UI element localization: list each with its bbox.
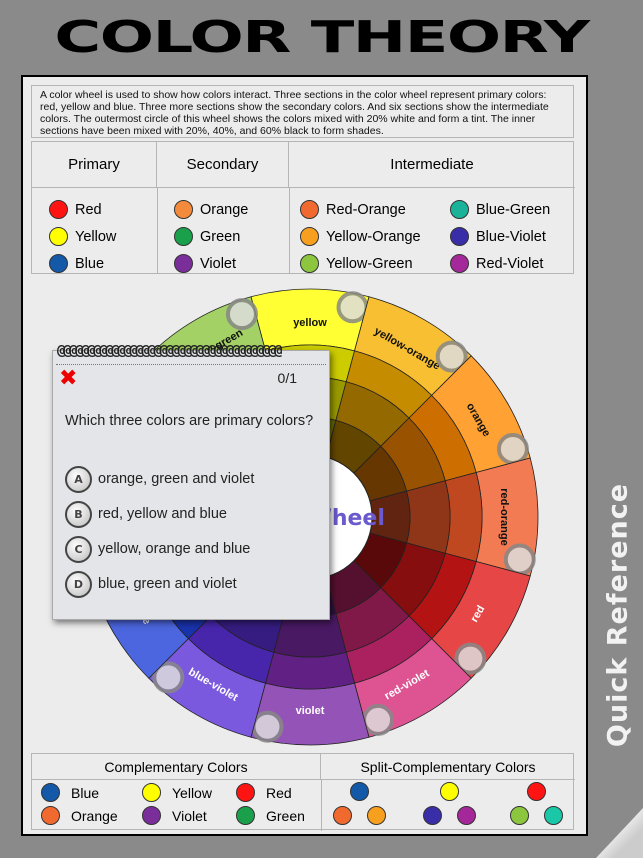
spiral-binding: @@@@@@@@@@@@@@@@@@@@@@@@@@@@@@@@@@@@@ xyxy=(57,343,282,357)
option-text: blue, green and violet xyxy=(98,576,237,592)
binder-ring-icon xyxy=(503,543,536,576)
binder-ring-icon xyxy=(336,291,369,324)
option-text: orange, green and violet xyxy=(98,471,255,487)
answer-option-b[interactable]: Bred, yellow and blue xyxy=(65,500,227,528)
binder-ring-icon xyxy=(251,710,284,743)
option-text: yellow, orange and blue xyxy=(98,541,251,557)
shade-ring-2 xyxy=(406,480,451,554)
binder-ring-icon xyxy=(362,703,395,736)
shade-ring-1 xyxy=(444,471,483,563)
close-icon[interactable]: ✖ xyxy=(59,366,77,391)
quiz-card: @@@@@@@@@@@@@@@@@@@@@@@@@@@@@@@@@@@@@ ✖ … xyxy=(52,343,330,620)
binder-ring-icon xyxy=(225,298,258,331)
answer-option-c[interactable]: Cyellow, orange and blue xyxy=(65,535,250,563)
option-key-button[interactable]: A xyxy=(65,465,92,493)
segment-label: red-orange xyxy=(498,488,510,545)
option-key-button[interactable]: D xyxy=(65,570,92,598)
quick-reference-tab[interactable]: Quick Reference xyxy=(603,483,634,747)
quiz-question: Which three colors are primary colors? xyxy=(65,413,314,429)
option-key-button[interactable]: C xyxy=(65,535,92,563)
segment-label: violet xyxy=(296,705,325,717)
binder-ring-icon xyxy=(496,432,529,465)
shade-ring-2 xyxy=(273,613,347,658)
option-key-button[interactable]: B xyxy=(65,500,92,528)
option-text: red, yellow and blue xyxy=(98,506,227,522)
segment-label: yellow xyxy=(293,317,327,329)
quiz-score: 0/1 xyxy=(277,370,297,386)
shade-ring-1 xyxy=(264,651,356,690)
answer-option-d[interactable]: Dblue, green and violet xyxy=(65,570,237,598)
answer-option-a[interactable]: Aorange, green and violet xyxy=(65,465,254,493)
